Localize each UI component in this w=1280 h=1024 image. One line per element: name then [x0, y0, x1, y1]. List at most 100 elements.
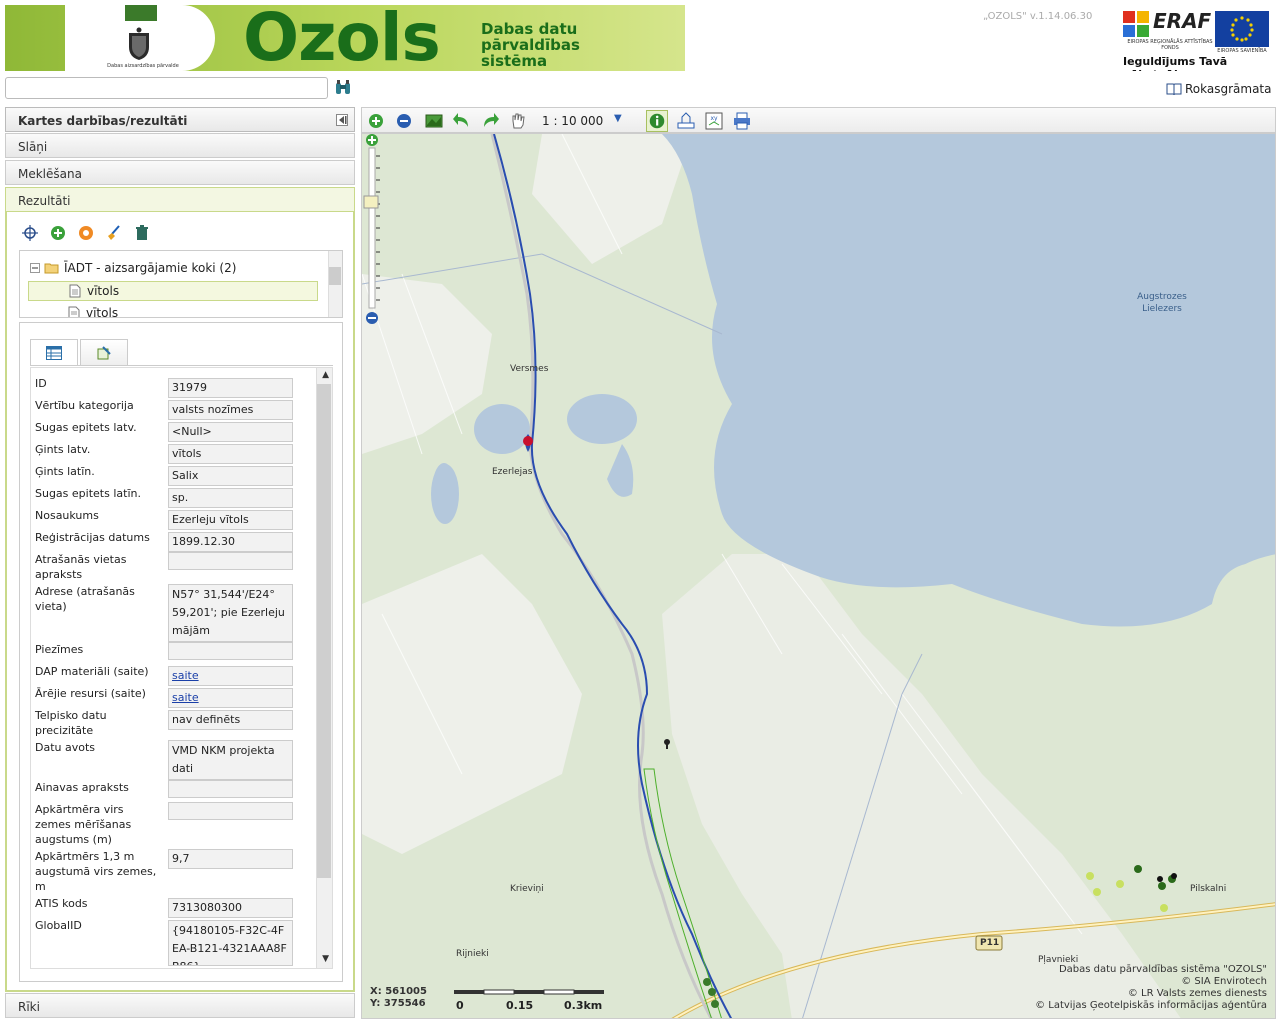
zoom-to-icon[interactable] — [49, 224, 67, 242]
settings-gear-icon[interactable] — [77, 224, 95, 242]
zoom-in-icon[interactable] — [366, 111, 386, 131]
tree-root-label: ĪADT - aizsargājamie koki (2) — [64, 261, 237, 275]
accordion-search[interactable]: Meklēšana — [5, 160, 355, 185]
attr-label: Apkārtmērs 1,3 m augstumā virs zemes, m — [35, 850, 157, 893]
details-panel: ID 31979 Vērtību kategorija valsts nozīm… — [19, 322, 343, 982]
delete-trash-icon[interactable] — [133, 224, 151, 242]
subtitle-line: sistēma — [481, 52, 548, 70]
collapse-node-icon[interactable] — [30, 263, 40, 273]
attr-value: Ezerleju vītols — [168, 510, 293, 530]
tab-attributes[interactable] — [30, 339, 78, 366]
clear-broom-icon[interactable] — [105, 224, 123, 242]
attr-label: Atrašanās vietas apraksts — [35, 553, 127, 581]
attr-label: Sugas epitets latīn. — [35, 487, 141, 500]
print-icon[interactable] — [732, 111, 752, 131]
collapse-panel-icon[interactable] — [336, 114, 348, 126]
eraf-logo-icon — [1123, 11, 1149, 37]
table-icon — [46, 346, 62, 360]
attr-label: Vērtību kategorija — [35, 399, 134, 412]
attr-label: Ārējie resursi (saite) — [35, 687, 146, 700]
attr-value: saite — [168, 688, 293, 708]
attr-label: GlobalID — [35, 919, 82, 932]
map-toolbar: 1 : 10 000 ▼ xy — [361, 107, 1276, 133]
attr-value: valsts nozīmes — [168, 400, 293, 420]
attr-label: Datu avots — [35, 741, 96, 754]
zoom-slider[interactable] — [362, 134, 382, 324]
svg-text:xy: xy — [710, 115, 718, 122]
map-canvas[interactable] — [362, 134, 1276, 1019]
attr-value: 31979 — [168, 378, 293, 398]
eu-subtitle: EIROPAS SAVIENĪBA — [1217, 48, 1267, 54]
attributes-scrollbar[interactable]: ▲ ▼ — [316, 368, 332, 968]
next-extent-icon[interactable] — [480, 111, 500, 131]
binoculars-icon[interactable] — [334, 79, 352, 97]
org-name: Dabas aizsardzības pārvalde — [107, 63, 179, 69]
attr-label: Reģistrācijas datums — [35, 531, 150, 544]
map-view[interactable]: Versmes Ezerlejas Krieviņi Rijnieki Pils… — [361, 133, 1276, 1019]
attr-value: 1899.12.30 — [168, 532, 293, 552]
attr-label: Apkārtmēra virs zemes mērīšanas augstums… — [35, 803, 132, 846]
accordion-results[interactable]: Rezultāti — [5, 187, 355, 212]
attr-label: Nosaukums — [35, 509, 99, 522]
credit-line: © SIA Envirotech — [1181, 976, 1267, 987]
attr-label: ATIS kods — [35, 897, 88, 910]
left-panel: Kartes darbības/rezultāti Slāņi Meklēšan… — [5, 107, 355, 1019]
results-toolbar — [21, 224, 151, 242]
tabs-divider — [30, 365, 333, 366]
attr-value: 9,7 — [168, 849, 293, 869]
place-label: Pilskalni — [1190, 884, 1227, 894]
attr-value: {94180105-F32C-4FEA-B121-4321AAA8FB86} — [168, 920, 293, 966]
tree-root-node[interactable]: ĪADT - aizsargājamie koki (2) — [30, 261, 236, 275]
attachment-icon — [97, 345, 111, 359]
attr-value — [168, 642, 293, 660]
scroll-up-icon[interactable]: ▲ — [322, 370, 329, 380]
tree-item-selected[interactable]: vītols — [28, 281, 318, 301]
identify-info-icon[interactable] — [646, 110, 668, 132]
accordion-layers[interactable]: Slāņi — [5, 133, 355, 158]
tab-attachments[interactable] — [80, 339, 128, 365]
manual-link[interactable]: Rokasgrāmata — [1166, 82, 1272, 96]
app-logo-text: Ozols — [243, 5, 441, 71]
accordion-tools[interactable]: Rīki — [5, 993, 355, 1018]
attr-value: 7313080300 — [168, 898, 293, 918]
attr-label: Piezīmes — [35, 643, 84, 656]
attr-value: saite — [168, 666, 293, 686]
pan-hand-icon[interactable] — [508, 111, 528, 131]
coordinates-icon[interactable]: xy — [704, 111, 724, 131]
tree-item-label: vītols — [86, 306, 119, 318]
lake-label: Augstrozes Lielezers — [1137, 292, 1187, 314]
credit-line: Dabas datu pārvaldības sistēma "OZOLS" — [1058, 964, 1267, 975]
attr-label: Ģints latīn. — [35, 465, 95, 478]
zoom-out-icon[interactable] — [394, 111, 414, 131]
eu-flag-icon — [1215, 11, 1269, 47]
scale-dropdown-icon[interactable]: ▼ — [614, 113, 622, 124]
app-header: Dabas aizsardzības pārvalde Ozols Dabas … — [5, 5, 1273, 71]
coord-y: Y: 375546 — [370, 998, 426, 1009]
panel-title-label: Kartes darbības/rezultāti — [18, 114, 188, 128]
scale-select[interactable]: 1 : 10 000 — [542, 114, 603, 128]
attr-value: nav definēts — [168, 710, 293, 730]
dap-materials-link[interactable]: saite — [172, 669, 199, 682]
previous-extent-icon[interactable] — [452, 111, 472, 131]
attributes-scroll-thumb[interactable] — [317, 384, 331, 878]
document-icon — [69, 284, 81, 298]
cursor-coordinates: X: 561005 Y: 375546 — [370, 986, 427, 1010]
full-extent-icon[interactable] — [424, 111, 444, 131]
attr-value: VMD NKM projekta dati — [168, 740, 293, 780]
tree-scroll-thumb[interactable] — [329, 267, 341, 285]
tree-item[interactable]: vītols — [28, 303, 318, 318]
external-resources-link[interactable]: saite — [172, 691, 199, 704]
tree-item-label: vītols — [87, 284, 120, 298]
attr-value: N57° 31,544'/E24° 59,201'; pie Ezerleju … — [168, 584, 293, 642]
document-icon — [68, 306, 80, 317]
coat-of-arms-icon — [129, 27, 149, 60]
scroll-down-icon[interactable]: ▼ — [322, 954, 329, 964]
folder-open-icon — [44, 263, 59, 274]
attr-value: sp. — [168, 488, 293, 508]
search-input[interactable] — [5, 77, 328, 99]
results-panel: ĪADT - aizsargājamie koki (2) vītols vīt… — [5, 212, 355, 992]
measure-icon[interactable] — [676, 111, 696, 131]
tree-scrollbar[interactable] — [328, 251, 342, 317]
locate-icon[interactable] — [21, 224, 39, 242]
app-version: „OZOLS" v.1.14.06.30 — [983, 11, 1093, 22]
